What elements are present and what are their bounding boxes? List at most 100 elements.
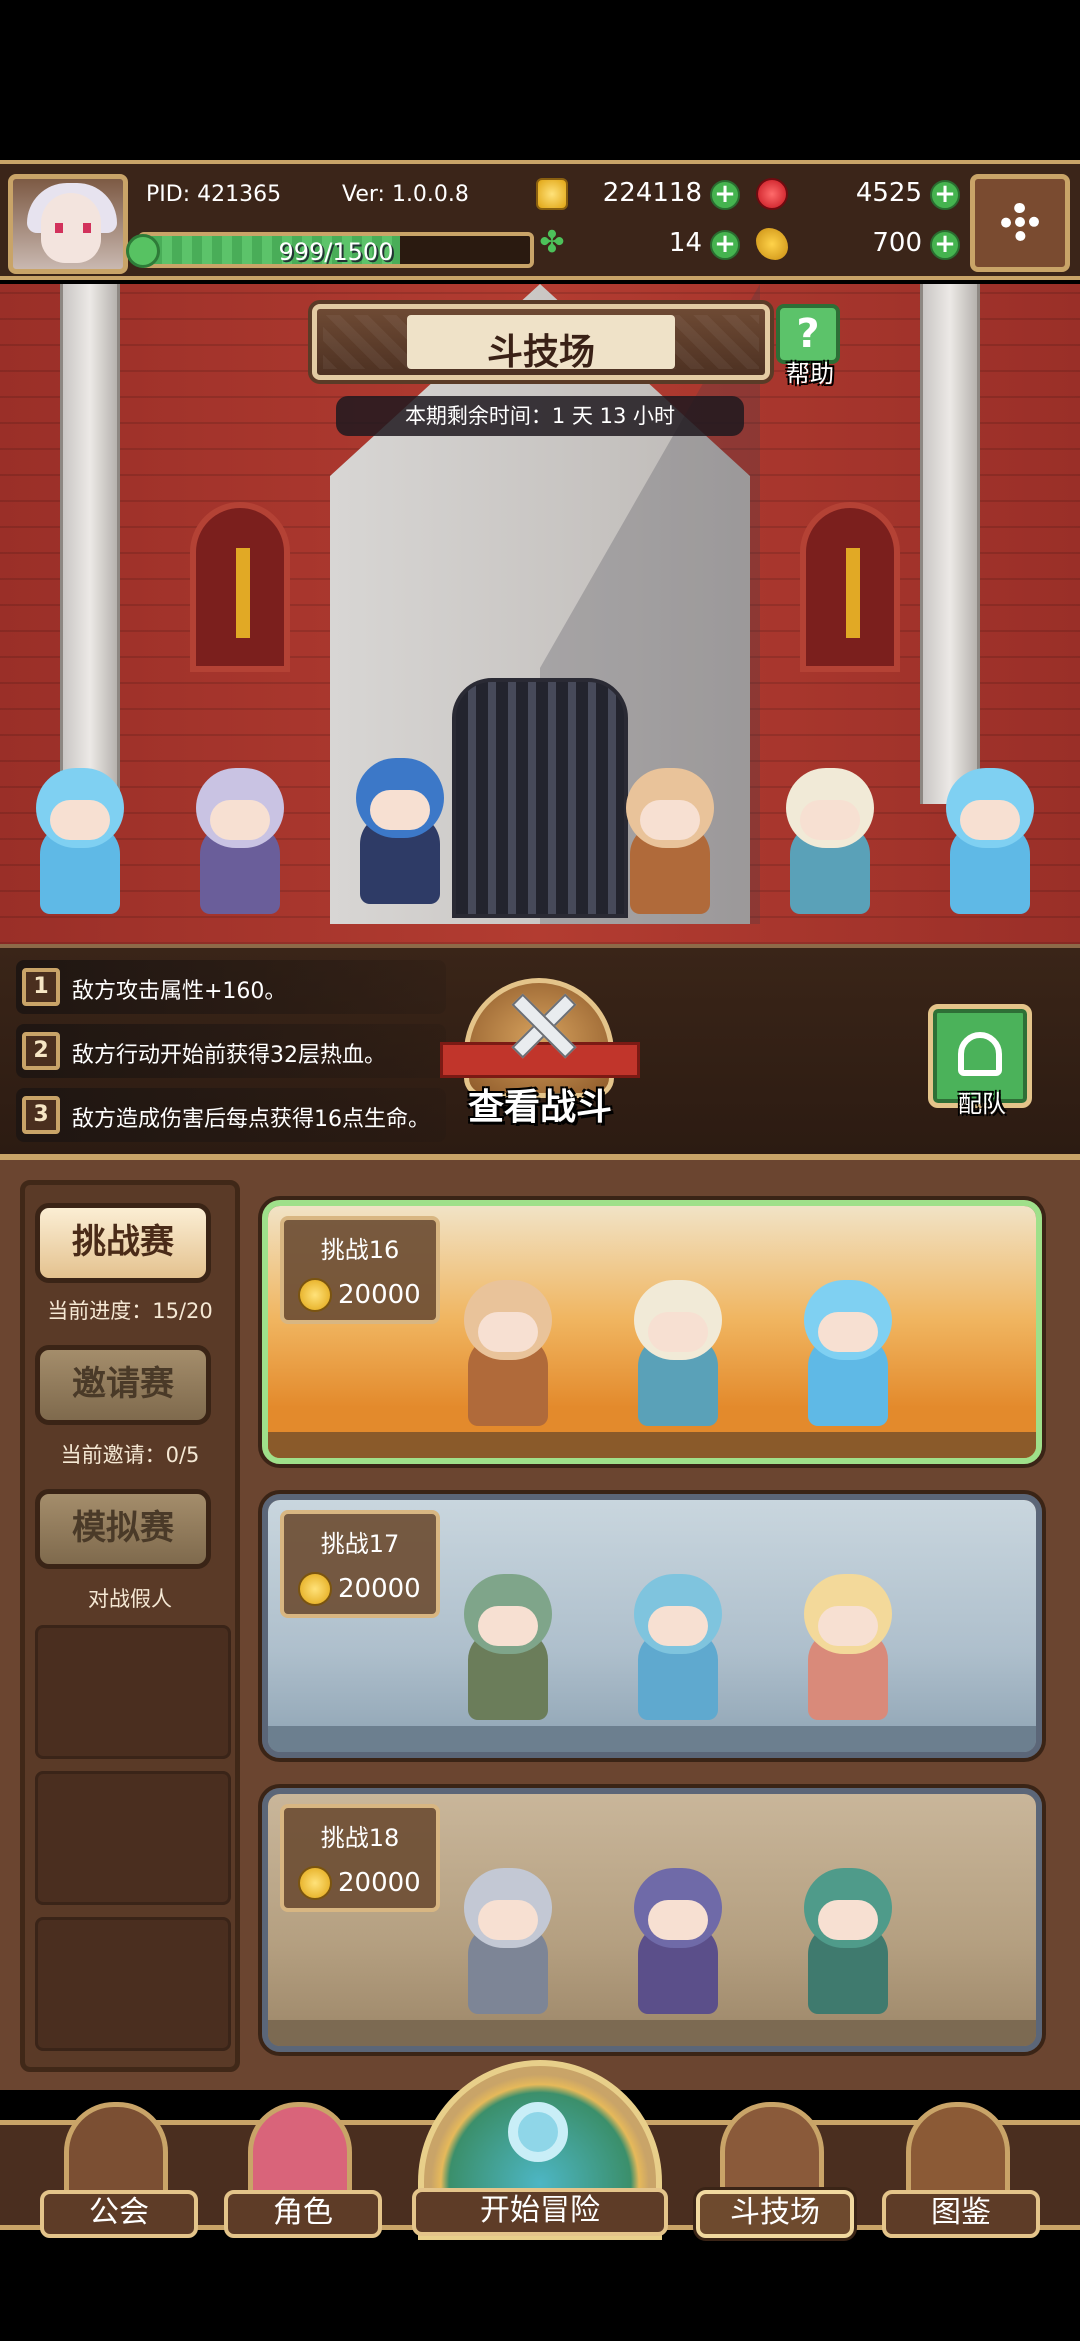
challenge-cost: 20000 [338,1868,421,1898]
xp-clover-icon [126,234,160,268]
modifier-number: 3 [22,1096,60,1134]
xp-bar: 999/1500 [138,232,534,268]
help-label: 帮助 [786,360,834,388]
arched-window [190,502,290,672]
pillar [60,284,120,804]
opponent-sprite [608,1560,748,1730]
modifier-item: 3 敌方造成伤害后每点获得16点生命。 [16,1088,446,1142]
hero-sprite [10,754,150,924]
hero-sprite [170,754,310,924]
add-gem-button[interactable]: + [930,180,960,210]
start-adventure-button[interactable]: 开始冒险 [412,2060,668,2250]
version-label: Ver: 1.0.0.8 [342,182,469,207]
gold-resource: 224118 + [536,172,746,216]
arena-main-panel: 挑战赛 当前进度：15/20 邀请赛 当前邀请：0/5 模拟赛 对战假人 挑战1… [0,1154,1080,2090]
add-gold-button[interactable]: + [710,180,740,210]
ruby-icon [756,178,788,210]
challenge-cost: 20000 [338,1280,421,1310]
character-icon [248,2102,352,2202]
add-clover-button[interactable]: + [710,230,740,260]
empty-slot [35,1625,231,1759]
watch-battle-label: 查看战斗 [467,1087,612,1128]
hero-sprite [330,744,470,914]
clover-resource: ✤ 14 + [536,222,746,266]
challenge-name: 挑战17 [320,1530,400,1558]
crossed-swords-icon [720,2102,824,2202]
pillar [920,284,980,804]
modifier-number: 2 [22,1032,60,1070]
challenge-name: 挑战18 [320,1824,400,1852]
nav-codex-label: 图鉴 [882,2190,1040,2238]
hero-sprite [760,754,900,924]
challenge-mode-button[interactable]: 挑战赛 [35,1203,211,1283]
add-food-button[interactable]: + [930,230,960,260]
invite-progress: 当前邀请：0/5 [60,1443,200,1467]
modifier-item: 1 敌方攻击属性+160。 [16,960,446,1014]
settings-button[interactable] [970,174,1070,272]
player-id: PID: 421365 [146,182,282,207]
food-value: 700 [872,228,922,258]
challenge-name: 挑战16 [320,1236,400,1264]
gold-value: 224118 [602,178,702,208]
clover-icon: ✤ [539,225,565,260]
challenge-card[interactable]: 挑战17 20000 [262,1494,1042,1758]
xp-text: 999/1500 [278,238,394,266]
top-hud: PID: 421365 Ver: 1.0.0.8 999/1500 224118… [0,160,1080,280]
arena-scene: 斗技场 ? 帮助 本期剩余时间：1 天 13 小时 [0,284,1080,944]
crossed-swords-icon [510,992,570,1052]
nav-character-label: 角色 [224,2190,382,2238]
hero-sprite [920,754,1060,924]
opponent-sprite [438,1560,578,1730]
food-icon [756,228,788,260]
challenge-card[interactable]: 挑战18 20000 [262,1788,1042,2052]
gem-value: 4525 [855,178,922,208]
nav-arena-label: 斗技场 [696,2190,854,2238]
clover-value: 14 [668,228,702,258]
invite-mode-button[interactable]: 邀请赛 [35,1345,211,1425]
opponent-sprite [438,1854,578,2024]
gear-icon [1001,203,1039,241]
nav-guild-label: 公会 [40,2190,198,2238]
gold-coin-icon [298,1866,332,1900]
watch-battle-button[interactable]: 查看战斗 [440,978,640,1138]
challenge-card[interactable]: 挑战16 20000 [262,1200,1042,1464]
hero-sprite [600,754,740,924]
magnifier-icon [508,2102,568,2162]
gold-coin-icon [298,1278,332,1312]
opponent-sprite [778,1266,918,1436]
book-icon [906,2102,1010,2202]
empty-slot [35,1917,231,2051]
page-title: 斗技场 [486,332,595,373]
team-icon [958,1032,1002,1076]
modifier-item: 2 敌方行动开始前获得32层热血。 [16,1024,446,1078]
opponent-sprite [778,1854,918,2024]
empty-slot [35,1771,231,1905]
gem-resource: 4525 + [756,172,966,216]
challenge-tag: 挑战18 20000 [280,1804,440,1912]
opponent-sprite [778,1560,918,1730]
team-setup-button[interactable]: 配队 [928,1004,1036,1124]
gold-coin-icon [536,178,568,210]
sword-icon [236,548,250,638]
food-resource: 700 + [756,222,966,266]
mode-sidebar: 挑战赛 当前进度：15/20 邀请赛 当前邀请：0/5 模拟赛 对战假人 [20,1180,240,2072]
challenge-cost: 20000 [338,1574,421,1604]
gold-coin-icon [298,1572,332,1606]
challenge-tag: 挑战16 20000 [280,1216,440,1324]
modifier-text: 敌方行动开始前获得32层热血。 [72,1043,386,1068]
bottom-nav: 公会 角色 开始冒险 斗技场 图鉴 [0,2060,1080,2341]
title-banner: 斗技场 [312,304,770,380]
modifier-text: 敌方造成伤害后每点获得16点生命。 [72,1107,430,1132]
season-timer: 本期剩余时间：1 天 13 小时 [336,396,744,436]
challenge-tag: 挑战17 20000 [280,1510,440,1618]
simulation-mode-button[interactable]: 模拟赛 [35,1489,211,1569]
modifier-text: 敌方攻击属性+160。 [72,979,287,1004]
sword-icon [846,548,860,638]
start-adventure-label: 开始冒险 [412,2188,668,2236]
player-avatar[interactable] [8,174,128,274]
challenge-progress: 当前进度：15/20 [47,1299,213,1323]
simulation-subtitle: 对战假人 [88,1587,172,1611]
help-button[interactable]: ? 帮助 [770,304,850,388]
guild-icon [64,2102,168,2202]
enemy-modifiers: 1 敌方攻击属性+160。 2 敌方行动开始前获得32层热血。 3 敌方造成伤害… [0,944,1080,1154]
